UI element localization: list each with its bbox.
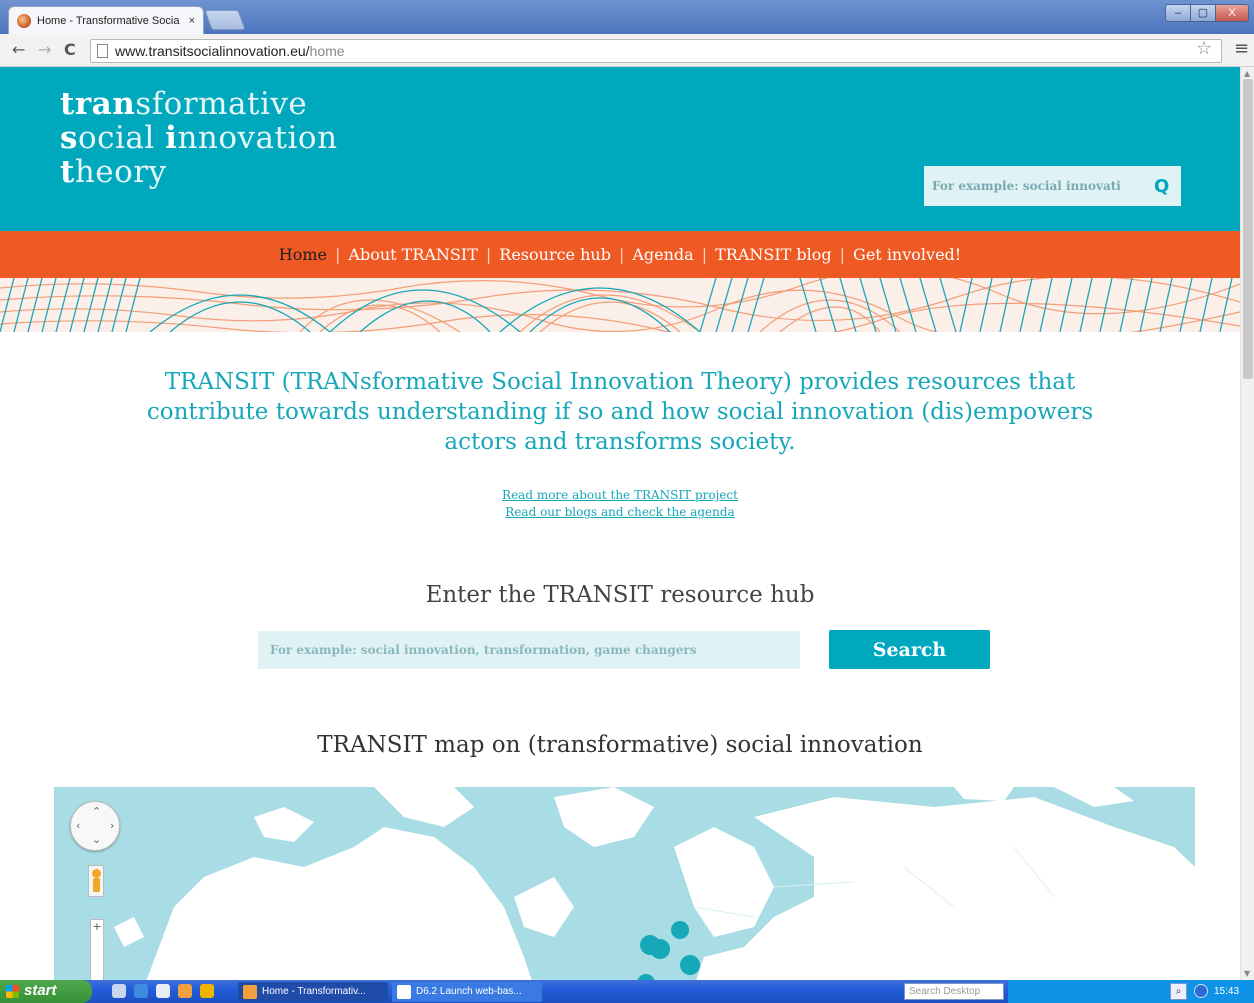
map-markers [637,921,701,980]
pan-left-icon[interactable]: ‹ [76,819,80,832]
start-label: start [24,982,57,999]
map-marker [671,921,690,951]
nav-separator: | [701,245,708,264]
nav-transit-blog[interactable]: TRANSIT blog [715,245,832,264]
nav-home[interactable]: Home [279,245,327,264]
map-pan-control[interactable]: ⌃ ‹ › ⌄ [70,801,120,851]
windows-taskbar: start Home - Transformativ... D6.2 Launc… [0,980,1254,1003]
world-map-graphic [114,787,1195,980]
page-viewport: transformative social innovation theory … [0,67,1240,980]
windows-flag-icon [6,985,19,998]
nav-resource-hub[interactable]: Resource hub [499,245,611,264]
browser-menu-icon[interactable]: ≡ [1234,38,1249,59]
task-label: Home - Transformativ... [262,986,366,997]
page-scrollbar[interactable]: ▲ ▼ [1240,67,1254,980]
resource-hub-title: Enter the TRANSIT resource hub [425,582,815,608]
quicklaunch-outlook-icon[interactable] [200,984,214,998]
site-header: transformative social innovation theory … [0,67,1240,231]
tab-title: Home - Transformative Socia [37,14,180,27]
url-path: home [309,43,345,59]
bookmark-star-icon[interactable]: ☆ [1196,38,1212,59]
tab-close-icon[interactable]: × [189,15,195,27]
browser-tab-home[interactable]: Home - Transformative Socia × [8,6,204,34]
nav-get-involved[interactable]: Get involved! [853,245,961,264]
word-icon [397,985,411,999]
map-zoom-in-button[interactable]: + [90,919,104,980]
address-bar[interactable]: www.transitsocialinnovation.eu/home [90,39,1222,63]
quicklaunch-explorer-icon[interactable] [112,984,126,998]
nav-agenda[interactable]: Agenda [632,245,693,264]
main-nav: Home | About TRANSIT | Resource hub | Ag… [0,231,1240,278]
url-host: www.transitsocialinnovation.eu/ [115,43,310,59]
taskbar-word-window[interactable]: D6.2 Launch web-bas... [392,982,542,1002]
site-favicon-icon [17,13,31,28]
start-button[interactable]: start [0,980,92,1003]
decorative-lines-graphic [0,278,1240,332]
desktop-search-icon[interactable]: ⌕ [1170,983,1187,1000]
header-search-input[interactable] [932,179,1154,193]
header-search-box[interactable]: Q [924,166,1181,206]
search-icon[interactable]: Q [1154,176,1169,197]
scroll-up-icon[interactable]: ▲ [1244,69,1250,78]
decorative-pattern-band [0,278,1240,332]
social-innovation-map[interactable]: ⌃ ‹ › ⌄ + [54,787,1195,980]
quicklaunch-ie-icon[interactable] [134,984,148,998]
intro-text: TRANSIT (TRANsformative Social Innovatio… [146,369,1094,455]
back-arrow-icon[interactable]: ← [12,40,25,59]
site-logo[interactable]: transformative social innovation theory [60,87,338,189]
window-minimize-button[interactable]: – [1165,4,1191,22]
quicklaunch-chrome-icon[interactable] [178,984,192,998]
window-maximize-button[interactable]: ▢ [1190,4,1216,22]
new-tab-button[interactable] [204,10,246,30]
nav-separator: | [335,245,341,264]
quicklaunch-desktop-icon[interactable] [156,984,170,998]
map-title: TRANSIT map on (transformative) social i… [317,732,923,758]
pan-up-icon[interactable]: ⌃ [92,805,101,818]
scroll-down-icon[interactable]: ▼ [1244,969,1250,978]
taskbar-chrome-window[interactable]: Home - Transformativ... [238,982,388,1002]
intro-links: Read more about the TRANSIT project Read… [420,487,820,521]
map-marker [650,939,671,973]
chrome-icon [243,985,257,999]
browser-toolbar: ← → C www.transitsocialinnovation.eu/hom… [0,34,1254,67]
map-marker [680,955,701,980]
window-close-button[interactable]: X [1215,4,1249,22]
read-blogs-agenda-link[interactable]: Read our blogs and check the agenda [420,504,820,521]
pan-right-icon[interactable]: › [110,819,114,832]
nav-separator: | [485,245,492,264]
nav-separator: | [839,245,846,264]
resource-hub-search-input[interactable] [258,631,800,669]
desktop-search-input[interactable]: Search Desktop [904,983,1004,1000]
browser-tab-strip: Home - Transformative Socia × – ▢ X [0,0,1254,34]
resource-hub-search-button[interactable]: Search [829,630,990,669]
tray-notification-icon[interactable] [1194,984,1208,998]
nav-about-transit[interactable]: About TRANSIT [348,245,477,264]
task-label: D6.2 Launch web-bas... [416,986,522,997]
nav-separator: | [618,245,625,264]
reload-icon[interactable]: C [64,40,76,59]
scrollbar-thumb[interactable] [1243,79,1253,379]
street-view-pegman-icon[interactable] [88,865,104,897]
page-icon [97,44,108,58]
forward-arrow-icon[interactable]: → [38,40,51,59]
pan-down-icon[interactable]: ⌄ [92,833,101,846]
taskbar-clock: 15:43 [1214,986,1240,997]
read-more-project-link[interactable]: Read more about the TRANSIT project [420,487,820,504]
